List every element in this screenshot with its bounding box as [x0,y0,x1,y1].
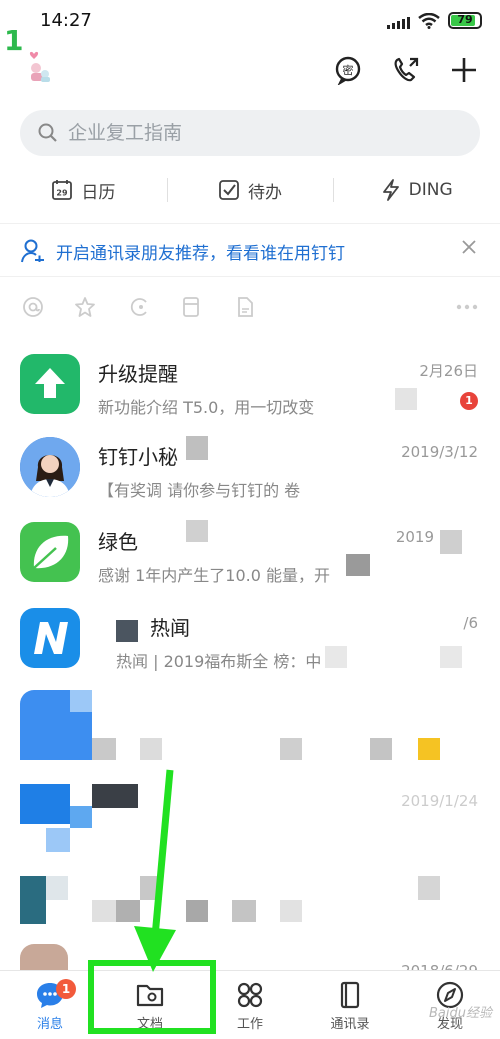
status-icons: 79 [387,12,482,29]
status-bar: 14:27 79 [0,0,500,42]
add-button[interactable] [446,52,482,88]
calendar-icon: 29 [52,180,73,200]
bottom-tab-bar: 消息 1 文档 工作 通讯录 发现 [0,970,500,1039]
ding-lightning-icon [382,179,399,201]
phone-call-icon [394,57,419,82]
wifi-icon [418,12,440,29]
more-dots-icon[interactable] [456,304,478,310]
upgrade-reminder-avatar [20,354,80,414]
star-icon[interactable] [74,296,96,318]
message-filter-bar [0,284,500,330]
battery-icon: 79 [448,12,482,29]
person-avatar-icon [20,437,80,497]
messages-badge: 1 [56,979,76,999]
conversation-item[interactable]: 升级提醒 新功能介绍 T5.0，用一切改变 2月26日 1 [0,342,500,428]
secret-chat-button[interactable]: 密 [330,52,366,88]
shortcut-todo[interactable]: 待办 [166,168,334,212]
work-grid-icon [237,982,263,1008]
at-mention-icon[interactable] [22,296,44,318]
unread-icon[interactable] [128,296,150,318]
battery-level: 79 [457,13,473,26]
search-icon [38,123,57,142]
tab-messages-label: 消息 [36,1017,63,1032]
contacts-recommend-banner[interactable]: 开启通讯录朋友推荐，看看谁在用钉钉 [0,223,500,277]
conversation-preview: 新功能介绍 T5.0，用一切改变 [98,398,315,417]
tab-work-label: 工作 [236,1017,263,1032]
unread-badge: 1 [460,392,478,410]
shortcut-calendar[interactable]: 29 日历 [0,168,167,212]
conversation-name: 热闻 [150,616,190,640]
close-icon[interactable] [460,238,478,256]
conversation-date: 2月26日 [419,362,478,380]
conversation-date: 2019/1/24 [401,792,478,810]
tab-contacts[interactable]: 通讯录 [300,971,400,1039]
conversation-date: 2019 [395,528,434,546]
conversation-preview: 【有奖调 请你参与钉钉的 卷 [98,481,301,500]
news-avatar [20,608,80,668]
signal-icon [387,13,410,29]
secret-chat-glyph: 密 [343,63,354,77]
calendar-day: 29 [57,189,69,198]
tab-messages[interactable]: 消息 1 [0,971,100,1039]
tab-contacts-label: 通讯录 [330,1017,370,1032]
search-input[interactable] [68,118,448,148]
conversation-date: 2019/3/12 [401,443,478,461]
phone-call-button[interactable] [388,52,424,88]
assistant-avatar [20,437,80,497]
shortcut-bar: 29 日历 待办 DING [0,168,500,212]
step-marker: 1 [4,24,24,57]
conversation-preview: 热闻 | 2019福布斯全 榜：中 [116,652,322,671]
todo-check-icon [219,180,239,200]
status-time: 14:27 [40,10,92,31]
add-friend-icon [21,239,44,263]
conversation-preview: 感谢 1年内产生了10.0 能量，开 [98,566,330,585]
header-actions: 密 [330,52,482,88]
upload-arrow-icon [35,368,65,398]
conversation-name: 绿色 [98,530,138,554]
shortcut-todo-label: 待办 [248,182,282,203]
shortcut-ding-label: DING [408,180,453,200]
file-icon[interactable] [234,296,256,318]
banner-text: 开启通讯录朋友推荐，看看谁在用钉钉 [56,244,345,264]
conversation-item[interactable]: 绿色 感谢 1年内产生了10.0 能量，开 2019 [0,510,500,596]
shortcut-ding[interactable]: DING [333,168,500,212]
news-n-icon [34,622,68,654]
highlight-box [88,960,216,1034]
search-bar[interactable] [20,110,480,156]
group-icon[interactable] [180,296,202,318]
conversation-item[interactable]: 热闻 热闻 | 2019福布斯全 榜：中 /6 [0,596,500,682]
secret-chat-icon: 密 [335,56,361,85]
leaf-icon [33,535,69,569]
contacts-book-icon [340,981,360,1009]
green-energy-avatar [20,522,80,582]
watermark: Baidu经验 [429,1006,492,1021]
shortcut-calendar-label: 日历 [81,182,116,203]
conversation-name: 升级提醒 [98,362,178,386]
conversation-item[interactable]: 钉钉小秘 【有奖调 请你参与钉钉的 卷 2019/3/12 [0,425,500,511]
plus-icon [452,58,476,82]
profile-avatar-icon[interactable] [26,48,52,84]
conversation-name: 钉钉小秘 [98,445,178,469]
conversation-date: /6 [463,614,478,632]
